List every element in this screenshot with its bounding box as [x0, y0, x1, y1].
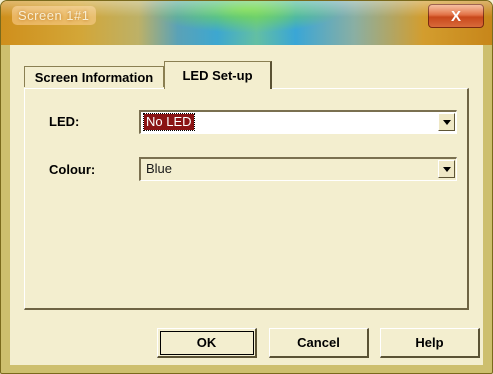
colour-label: Colour: [49, 162, 96, 177]
chevron-down-icon [442, 119, 451, 125]
led-selected-value: No LED [143, 113, 195, 131]
ok-button-label: OK [196, 335, 217, 350]
colour-dropdown-button[interactable] [438, 160, 455, 178]
title-bar[interactable]: Screen 1#1 X [1, 1, 492, 45]
led-dropdown-button[interactable] [438, 113, 455, 131]
chevron-down-icon [442, 166, 451, 172]
led-setup-panel: LED: No LED Colour: Blue [24, 88, 469, 310]
dialog-window: Screen 1#1 X Screen Information LED Set-… [0, 0, 493, 374]
dialog-client-area: Screen Information LED Set-up LED: No LE… [10, 45, 483, 365]
cancel-button[interactable]: Cancel [269, 328, 369, 358]
led-label: LED: [49, 114, 80, 129]
help-button-label: Help [415, 335, 444, 350]
tab-screen-information[interactable]: Screen Information [24, 66, 164, 87]
cancel-button-label: Cancel [297, 335, 340, 350]
help-button[interactable]: Help [380, 328, 480, 358]
close-icon: X [450, 7, 461, 25]
close-button[interactable]: X [428, 4, 484, 28]
colour-selected-value: Blue [146, 161, 173, 176]
tab-strip: Screen Information LED Set-up [24, 60, 469, 89]
led-select[interactable]: No LED [139, 110, 457, 134]
window-title: Screen 1#1 [12, 6, 96, 25]
colour-select[interactable]: Blue [139, 157, 457, 181]
tab-label: Screen Information [34, 69, 154, 85]
tab-led-set-up[interactable]: LED Set-up [164, 61, 272, 89]
tab-label: LED Set-up [182, 68, 253, 83]
ok-button[interactable]: OK [157, 328, 257, 358]
